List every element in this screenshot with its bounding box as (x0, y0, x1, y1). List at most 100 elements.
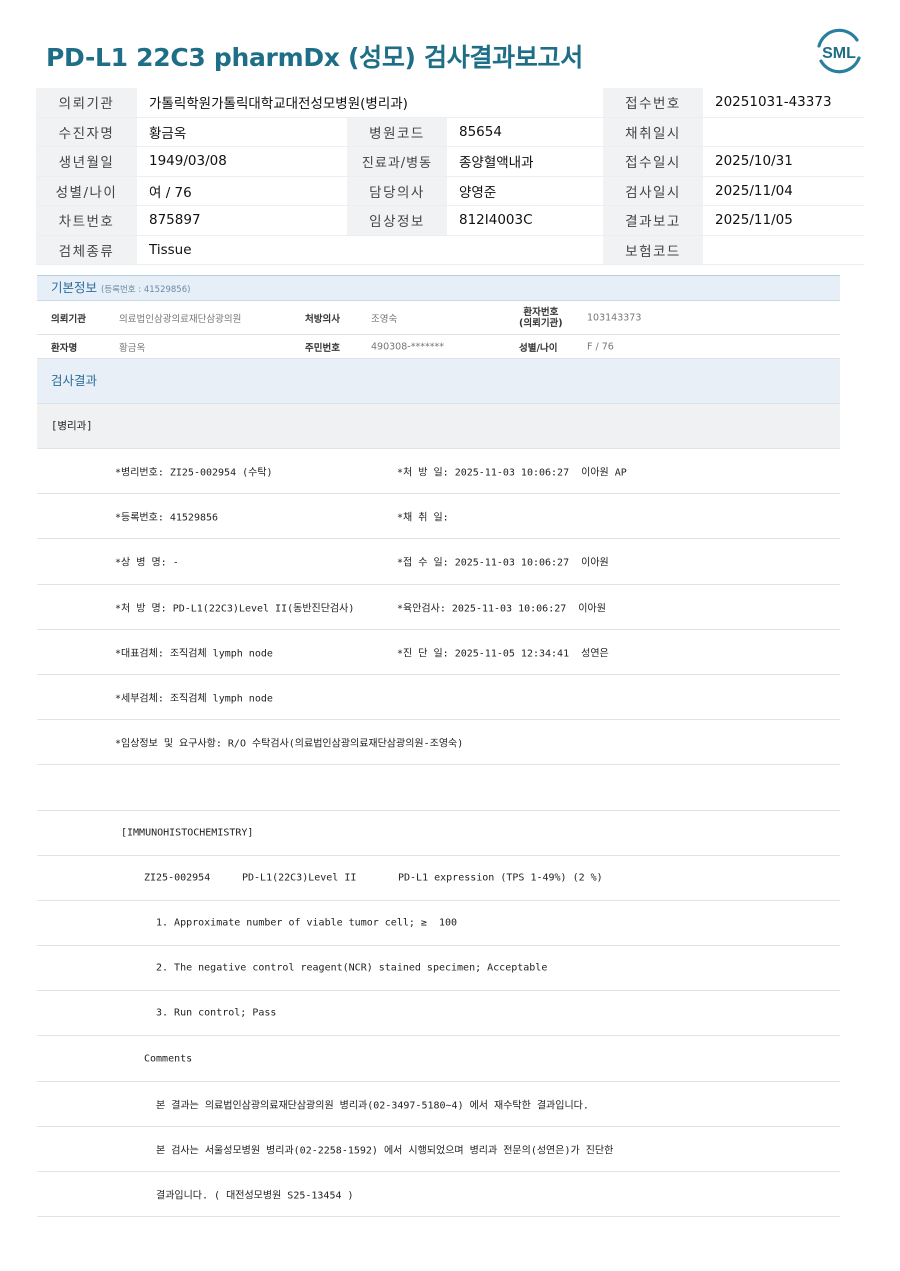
result-row: 본 결과는 의료법인삼광의료재단삼광의원 병리과(02-3497-5180~4)… (37, 1082, 840, 1127)
hospital-code-label: 병원코드 (347, 117, 447, 147)
results-section-header: 검사결과 (37, 359, 840, 404)
header-info-table: 의뢰기관 가톨릭학원가톨릭대학교대전성모병원(병리과) 접수번호 2025103… (36, 88, 864, 265)
prescription-name: *처 방 명: PD-L1(22C3)Level II(동반진단검사) (115, 603, 355, 615)
patient-name-key: 환자명 (51, 342, 78, 354)
hospital-code-value: 85654 (447, 117, 603, 147)
receipt-no-value: 20251031-43373 (703, 88, 864, 118)
result-row: *처 방 명: PD-L1(22C3)Level II(동반진단검사) *육안검… (37, 585, 840, 630)
header-row: 수진자명 황금옥 병원코드 85654 채취일시 (36, 117, 864, 147)
result-row: ZI25-002954 PD-L1(22C3)Level II PD-L1 ex… (37, 856, 840, 901)
receipt-date: *접 수 일: 2025-11-03 10:06:27 이아원 (397, 557, 609, 569)
basic-info-panel: 기본정보 (등록번호 : 41529856) 의뢰기관 의료법인삼광의료재단삼광… (37, 275, 840, 1218)
sex-age-value: 여 / 76 (137, 176, 347, 206)
basic-info-row: 의뢰기관 의료법인삼광의료재단삼광의원 처방의사 조영숙 환자번호 (의뢰기관)… (37, 301, 840, 335)
ihc-result: PD-L1 expression (TPS 1-49%) (2 %) (398, 872, 603, 884)
collection-date-label: 채취일시 (603, 117, 703, 147)
receipt-date-label: 접수일시 (603, 146, 703, 177)
department-value: 종양혈액내과 (447, 146, 603, 177)
doctor-value: 양영준 (447, 176, 603, 206)
department-label: 진료과/병동 (347, 146, 447, 177)
header-row: 성별/나이 여 / 76 담당의사 양영준 검사일시 2025/11/04 (36, 176, 864, 206)
birth-value: 1949/03/08 (137, 146, 347, 177)
ihc-item: 3. Run control; Pass (156, 1007, 277, 1019)
ihc-title: [IMMUNOHISTOCHEMISTRY] (121, 827, 254, 839)
sex-age-label: 성별/나이 (36, 176, 137, 206)
clinical-value: 812I4003C (447, 205, 603, 236)
patient-value: 황금옥 (137, 117, 347, 147)
sex-age-key: 성별/나이 (519, 342, 558, 354)
prescriber-val: 조영숙 (371, 313, 398, 325)
comment-line: 본 결과는 의료법인삼광의료재단삼광의원 병리과(02-3497-5180~4)… (156, 1100, 589, 1112)
ihc-item: 1. Approximate number of viable tumor ce… (156, 917, 458, 929)
insurance-value (703, 235, 864, 265)
chart-no-label: 차트번호 (36, 205, 137, 236)
report-date-value: 2025/11/05 (703, 205, 864, 236)
specimen-label: 검체종류 (36, 235, 137, 265)
chart-no-value: 875897 (137, 205, 347, 236)
basic-info-row: 환자명 황금옥 주민번호 490308-******* 성별/나이 F / 76 (37, 335, 840, 359)
patient-number-key-line1: 환자번호 (523, 306, 559, 318)
pathology-number: *병리번호: ZI25-002954 (수탁) (115, 467, 273, 479)
result-row: *등록번호: 41529856 *채 취 일: (37, 494, 840, 540)
gross-exam-date: *육안검사: 2025-11-03 10:06:27 이아원 (397, 603, 606, 615)
prescriber-key: 처방의사 (305, 313, 340, 325)
header-row: 차트번호 875897 임상정보 812I4003C 결과보고 2025/11/… (36, 205, 864, 236)
clinical-label: 임상정보 (347, 205, 447, 236)
rrn-val: 490308-******* (371, 341, 444, 352)
basic-info-title: 기본정보 (51, 280, 98, 295)
result-row: *세부검체: 조직검체 lymph node (37, 675, 840, 721)
clinical-requirements: *임상정보 및 요구사항: R/O 수탁검사(의료법인삼광의료재단삼광의원-조영… (115, 738, 464, 750)
result-row: *대표검체: 조직검체 lymph node *진 단 일: 2025-11-0… (37, 630, 840, 675)
institution-value: 가톨릭학원가톨릭대학교대전성모병원(병리과) (137, 88, 603, 118)
result-row: 1. Approximate number of viable tumor ce… (37, 901, 840, 947)
rrn-key: 주민번호 (305, 342, 340, 354)
result-row: 결과입니다. ( 대전성모병원 S25-13454 ) (37, 1172, 840, 1218)
result-row: *상 병 명: - *접 수 일: 2025-11-03 10:06:27 이아… (37, 539, 840, 585)
ihc-test-name: PD-L1(22C3)Level II (242, 872, 357, 884)
result-row: *임상정보 및 요구사항: R/O 수탁검사(의료법인삼광의료재단삼광의원-조영… (37, 720, 840, 766)
comment-line: 본 검사는 서울성모병원 병리과(02-2258-1592) 에서 시행되었으며… (156, 1145, 614, 1157)
receipt-no-label: 접수번호 (603, 88, 703, 118)
test-date-value: 2025/11/04 (703, 176, 864, 206)
registration-no: *등록번호: 41529856 (115, 512, 219, 524)
patient-number-key: 환자번호 (의뢰기관) (519, 307, 563, 329)
doctor-label: 담당의사 (347, 176, 447, 206)
comments-label: Comments (144, 1053, 193, 1065)
result-row: Comments (37, 1036, 840, 1082)
institution-key: 의뢰기관 (51, 313, 86, 325)
collection-date: *채 취 일: (397, 512, 449, 524)
result-row: [IMMUNOHISTOCHEMISTRY] (37, 811, 840, 856)
diagnosis-date: *진 단 일: 2025-11-05 12:34:41 성연은 (397, 648, 609, 660)
sex-age-val: F / 76 (587, 341, 614, 352)
header-row: 검체종류 Tissue 보험코드 (36, 235, 864, 265)
result-row: 본 검사는 서울성모병원 병리과(02-2258-1592) 에서 시행되었으며… (37, 1127, 840, 1172)
patient-name-val: 황금옥 (119, 342, 146, 354)
collection-date-value (703, 117, 864, 147)
test-date-label: 검사일시 (603, 176, 703, 206)
specimen-value: Tissue (137, 235, 603, 265)
main-specimen: *대표검체: 조직검체 lymph node (115, 648, 273, 660)
diagnosis-name: *상 병 명: - (115, 557, 179, 569)
comment-line: 결과입니다. ( 대전성모병원 S25-13454 ) (156, 1190, 354, 1202)
sml-logo: SML (817, 28, 861, 74)
registration-number: (등록번호 : 41529856) (101, 285, 191, 295)
logo-text: SML (822, 45, 856, 62)
report-title: PD-L1 22C3 pharmDx (성모) 검사결과보고서 (46, 43, 583, 72)
result-row: *병리번호: ZI25-002954 (수탁) *처 방 일: 2025-11-… (37, 449, 840, 495)
report-date-label: 결과보고 (603, 205, 703, 236)
receipt-date-value: 2025/10/31 (703, 146, 864, 177)
patient-number-val: 103143373 (587, 312, 642, 323)
header-row: 의뢰기관 가톨릭학원가톨릭대학교대전성모병원(병리과) 접수번호 2025103… (36, 88, 864, 118)
header-row: 생년월일 1949/03/08 진료과/병동 종양혈액내과 접수일시 2025/… (36, 146, 864, 177)
insurance-label: 보험코드 (603, 235, 703, 265)
results-category: [병리과] (37, 404, 840, 449)
basic-info-header: 기본정보 (등록번호 : 41529856) (37, 276, 840, 301)
result-row: 3. Run control; Pass (37, 991, 840, 1037)
patient-label: 수진자명 (36, 117, 137, 147)
result-row: 2. The negative control reagent(NCR) sta… (37, 946, 840, 992)
birth-label: 생년월일 (36, 146, 137, 177)
blank-row (37, 765, 840, 811)
institution-label: 의뢰기관 (36, 88, 137, 118)
ihc-case-number: ZI25-002954 (144, 872, 211, 884)
ihc-item: 2. The negative control reagent(NCR) sta… (156, 962, 548, 974)
